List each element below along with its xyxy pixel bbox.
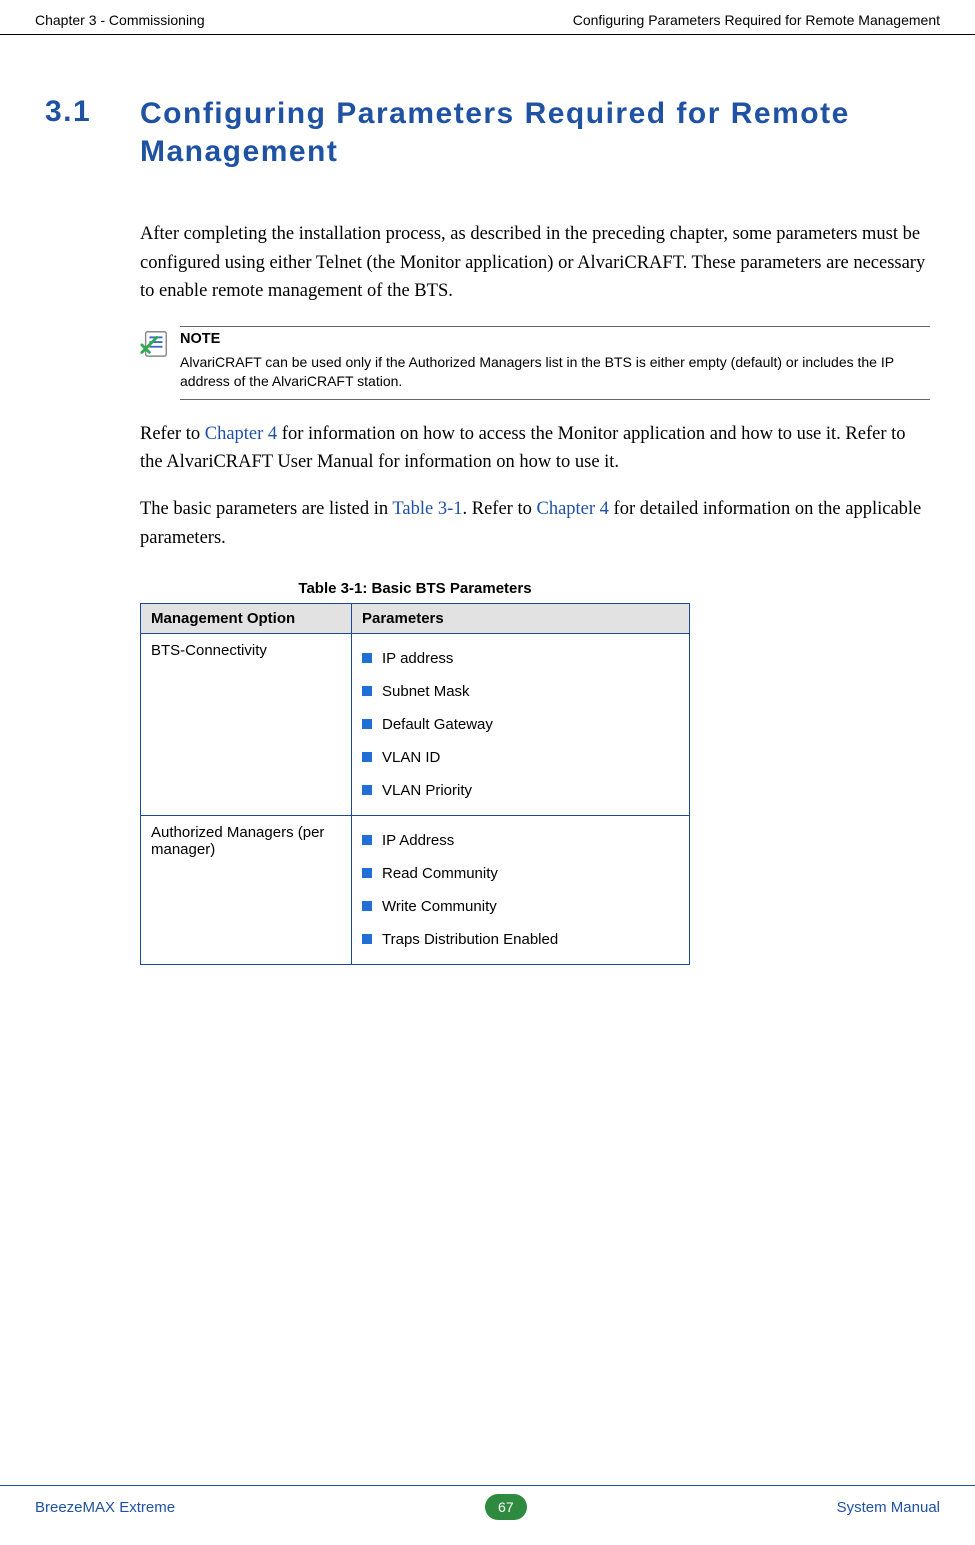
- text-run: Refer to: [140, 424, 205, 444]
- note-content: NOTE AlvariCRAFT can be used only if the…: [180, 326, 930, 400]
- bullet-icon: [362, 752, 372, 762]
- bullet-icon: [362, 686, 372, 696]
- note-text: AlvariCRAFT can be used only if the Auth…: [180, 353, 930, 391]
- footer-right: System Manual: [837, 1499, 940, 1516]
- body-text-block-2: Refer to Chapter 4 for information on ho…: [140, 420, 930, 553]
- table-cell-params: IP Address Read Community Write Communit…: [352, 816, 690, 965]
- bullet-icon: [362, 868, 372, 878]
- section-title: Configuring Parameters Required for Remo…: [140, 95, 930, 170]
- link-chapter-4-b[interactable]: Chapter 4: [536, 499, 608, 519]
- param-label: Default Gateway: [382, 716, 493, 733]
- page-header: Chapter 3 - Commissioning Configuring Pa…: [0, 0, 975, 35]
- param-label: Read Community: [382, 865, 498, 882]
- table-cell-option: BTS-Connectivity: [141, 634, 352, 816]
- page-footer: BreezeMAX Extreme 67 System Manual: [0, 1485, 975, 1520]
- param-label: IP address: [382, 650, 453, 667]
- note-block: NOTE AlvariCRAFT can be used only if the…: [140, 326, 930, 400]
- list-item: IP address: [362, 642, 679, 675]
- page-number-badge: 67: [485, 1494, 527, 1520]
- paragraph-3: The basic parameters are listed in Table…: [140, 495, 930, 552]
- param-label: Subnet Mask: [382, 683, 470, 700]
- list-item: VLAN ID: [362, 741, 679, 774]
- table-row: BTS-Connectivity IP address Subnet Mask …: [141, 634, 690, 816]
- bullet-icon: [362, 835, 372, 845]
- bullet-icon: [362, 901, 372, 911]
- section-heading: 3.1 Configuring Parameters Required for …: [45, 95, 930, 170]
- note-title: NOTE: [180, 331, 930, 347]
- param-label: Traps Distribution Enabled: [382, 931, 558, 948]
- body-text-block: After completing the installation proces…: [140, 220, 930, 306]
- param-label: VLAN ID: [382, 749, 440, 766]
- list-item: Traps Distribution Enabled: [362, 923, 679, 956]
- list-item: IP Address: [362, 824, 679, 857]
- paragraph-2: Refer to Chapter 4 for information on ho…: [140, 420, 930, 477]
- paragraph-1: After completing the installation proces…: [140, 220, 930, 306]
- page-content: 3.1 Configuring Parameters Required for …: [0, 35, 975, 965]
- table-cell-option: Authorized Managers (per manager): [141, 816, 352, 965]
- table-cell-params: IP address Subnet Mask Default Gateway V…: [352, 634, 690, 816]
- section-number: 3.1: [45, 95, 140, 170]
- table-caption: Table 3-1: Basic BTS Parameters: [140, 580, 690, 597]
- bullet-icon: [362, 785, 372, 795]
- bullet-icon: [362, 653, 372, 663]
- list-item: Write Community: [362, 890, 679, 923]
- bullet-icon: [362, 934, 372, 944]
- param-label: Write Community: [382, 898, 497, 915]
- table-header-col2: Parameters: [352, 604, 690, 634]
- footer-left: BreezeMAX Extreme: [35, 1499, 175, 1516]
- params-table: Management Option Parameters BTS-Connect…: [140, 603, 690, 965]
- list-item: Subnet Mask: [362, 675, 679, 708]
- note-icon: [140, 326, 180, 400]
- header-left: Chapter 3 - Commissioning: [35, 12, 205, 28]
- list-item: Read Community: [362, 857, 679, 890]
- table-header-col1: Management Option: [141, 604, 352, 634]
- header-right: Configuring Parameters Required for Remo…: [573, 12, 940, 28]
- list-item: VLAN Priority: [362, 774, 679, 807]
- table-row: Authorized Managers (per manager) IP Add…: [141, 816, 690, 965]
- text-run: The basic parameters are listed in: [140, 499, 392, 519]
- param-label: VLAN Priority: [382, 782, 472, 799]
- list-item: Default Gateway: [362, 708, 679, 741]
- text-run: . Refer to: [463, 499, 537, 519]
- link-table-3-1[interactable]: Table 3-1: [392, 499, 462, 519]
- param-label: IP Address: [382, 832, 454, 849]
- bullet-icon: [362, 719, 372, 729]
- link-chapter-4[interactable]: Chapter 4: [205, 424, 277, 444]
